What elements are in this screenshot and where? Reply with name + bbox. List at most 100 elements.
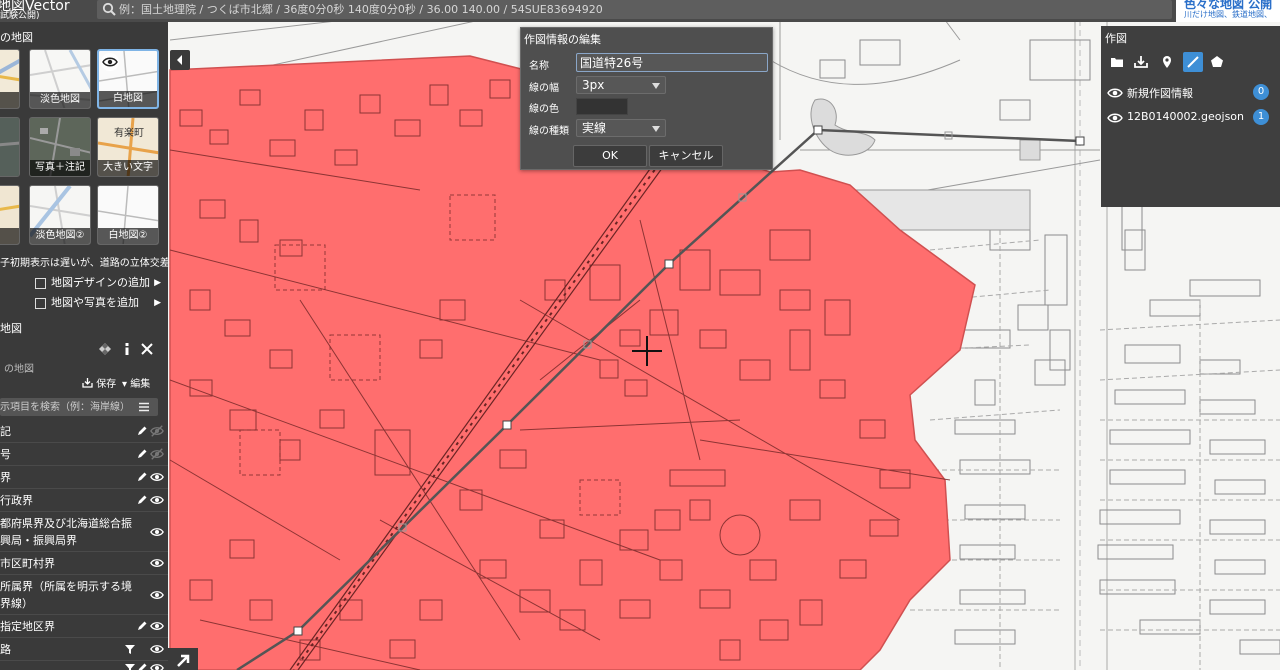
basemap-thumb-standard-2[interactable]: 図② <box>0 185 20 245</box>
marker-icon[interactable] <box>1157 52 1177 72</box>
eye-icon <box>102 57 118 67</box>
layer-row[interactable]: 号 <box>0 443 168 466</box>
line-type-label: 線の種類 <box>529 126 569 137</box>
eye-icon[interactable] <box>150 470 164 484</box>
hamburger-menu-icon[interactable] <box>137 400 151 414</box>
layer-row[interactable]: 都府県界及び北海道総合振 興局・振興局界 <box>0 512 168 552</box>
layer-row[interactable]: 指定地区界 <box>0 615 168 638</box>
folder-icon[interactable] <box>1107 52 1127 72</box>
search-input[interactable] <box>119 0 1159 19</box>
app-title[interactable]: 地図Vector 試験公開) <box>0 0 92 22</box>
layer-row[interactable]: 所属界（所属を明示する境 界線） <box>0 575 168 615</box>
polygon-icon[interactable] <box>1207 52 1227 72</box>
thumb-map-image <box>0 118 19 176</box>
basemap-note: 子初期表示は遅いが、道路の立体交差 <box>0 258 170 269</box>
filter-icon[interactable] <box>124 643 136 655</box>
layer-row[interactable]: 行政界 <box>0 489 168 512</box>
layer-list: 記号界行政界 都府県界及び北海道総合振 興局・振興局界 市区町村界 所属界（所属を明示… <box>0 420 168 670</box>
add-map-design-button[interactable]: 地図デザインの追加 ▶ <box>35 273 165 293</box>
basemap-thumb-large-text[interactable]: 有楽町 大きい文字 <box>97 117 159 177</box>
dialog-title: 作図情報の編集 <box>524 33 601 46</box>
left-panel: の地図 図 淡色地図 白地図 写真＋注記 有楽町 大きい文字 <box>0 22 190 670</box>
basemap-thumb-standard[interactable]: 図 <box>0 49 20 109</box>
layer-header <box>0 339 168 359</box>
filter-icon[interactable] <box>124 662 136 670</box>
layer-toolbar: 保存 ▾ 編集 <box>80 375 168 391</box>
layer-name: 記 <box>0 425 11 438</box>
basemap-thumb-blank[interactable]: 白地図 <box>97 49 159 109</box>
add-map-photo-button[interactable]: 地図や写真を追加 ▶ <box>35 293 165 313</box>
pencil-icon[interactable] <box>136 620 148 632</box>
layer-row[interactable] <box>0 661 168 670</box>
line-tool-button[interactable] <box>1183 52 1203 72</box>
drawing-edit-dialog: 作図情報の編集 名称 線の幅 3px 線の色 線の種類 実線 OK キャンセル <box>520 27 773 170</box>
eye-icon[interactable] <box>150 525 164 539</box>
basemap-thumb-photo-labels[interactable]: 写真＋注記 <box>29 117 91 177</box>
chevron-left-icon <box>177 55 182 65</box>
edit-button[interactable]: ▾ 編集 <box>122 375 150 390</box>
basemap-thumb-pale-2[interactable]: 淡色地図② <box>29 185 91 245</box>
promo-banner[interactable]: 色々な地図 公開 川だけ地図、鉄道地図、 <box>1176 0 1280 22</box>
thumb-label: 白地図② <box>98 228 158 244</box>
pencil-icon[interactable] <box>136 448 148 460</box>
eye-icon[interactable] <box>150 556 164 570</box>
basemap-thumb-blank-2[interactable]: 白地図② <box>97 185 159 245</box>
selected-eye-badge <box>101 53 119 71</box>
layer-row[interactable]: 市区町村界 <box>0 552 168 575</box>
pencil-icon[interactable] <box>136 471 148 483</box>
eye-icon[interactable] <box>150 642 164 656</box>
save-label: 保存 <box>96 379 117 390</box>
thumb-label: 図 <box>0 92 19 108</box>
basemap-thumb-photo[interactable] <box>0 117 20 177</box>
download-icon[interactable] <box>1131 52 1151 72</box>
line-width-label: 線の幅 <box>529 83 559 94</box>
name-input[interactable] <box>576 53 768 72</box>
pencil-icon[interactable] <box>136 662 148 670</box>
cancel-button[interactable]: キャンセル <box>649 145 723 167</box>
top-bar: 地図Vector 試験公開) 色々な地図 公開 川だけ地図、鉄道地図、 <box>0 0 1280 22</box>
eye-icon[interactable] <box>1107 110 1123 126</box>
caret-down-icon <box>652 83 660 89</box>
layer-filter-input[interactable] <box>0 398 134 416</box>
eye-icon[interactable] <box>150 588 164 602</box>
eye-icon[interactable] <box>150 619 164 633</box>
layer-row[interactable]: 記 <box>0 420 168 443</box>
document-icon <box>35 278 46 289</box>
eye-icon[interactable] <box>150 661 164 670</box>
pencil-icon[interactable] <box>136 494 148 506</box>
layer-actions <box>124 642 164 656</box>
layer-row[interactable]: 界 <box>0 466 168 489</box>
checkerboard-icon[interactable] <box>98 342 112 356</box>
search-icon[interactable] <box>102 2 116 16</box>
layer-actions <box>124 619 164 633</box>
layer-actions <box>124 525 164 539</box>
eye-icon[interactable] <box>1107 85 1123 101</box>
line-width-select[interactable]: 3px <box>576 76 666 94</box>
eye-icon[interactable] <box>150 493 164 507</box>
info-icon[interactable] <box>120 342 134 356</box>
eye-icon[interactable] <box>150 424 164 438</box>
drawing-panel: 作図 新規作図情報 0 12B0140002.geojson 1 <box>1101 26 1280 207</box>
expand-corner-button[interactable] <box>168 648 198 670</box>
thumb-label: 淡色地図② <box>30 228 90 244</box>
eye-icon[interactable] <box>150 447 164 461</box>
drawing-item-label: 12B0140002.geojson <box>1127 110 1244 123</box>
layer-actions <box>124 447 164 461</box>
save-button[interactable]: 保存 <box>82 375 116 390</box>
drawing-item-new[interactable]: 新規作図情報 0 <box>1101 81 1280 105</box>
ok-button[interactable]: OK <box>573 145 647 167</box>
add-map-design-label: 地図デザインの追加 <box>51 276 150 289</box>
edit-label: 編集 <box>130 379 151 390</box>
layer-row[interactable]: 路 <box>0 638 168 661</box>
line-type-select[interactable]: 実線 <box>576 119 666 137</box>
close-icon[interactable] <box>140 342 154 356</box>
drawing-item-count-badge: 1 <box>1253 109 1269 125</box>
collapse-panel-button[interactable] <box>170 50 190 70</box>
line-color-swatch[interactable] <box>576 98 628 115</box>
chevron-right-icon: ▶ <box>154 278 161 288</box>
layer-actions <box>124 424 164 438</box>
basemap-thumb-pale[interactable]: 淡色地図 <box>29 49 91 109</box>
pencil-icon[interactable] <box>136 425 148 437</box>
drawing-item-geojson[interactable]: 12B0140002.geojson 1 <box>1101 106 1280 130</box>
layer-name: 界 <box>0 471 11 484</box>
